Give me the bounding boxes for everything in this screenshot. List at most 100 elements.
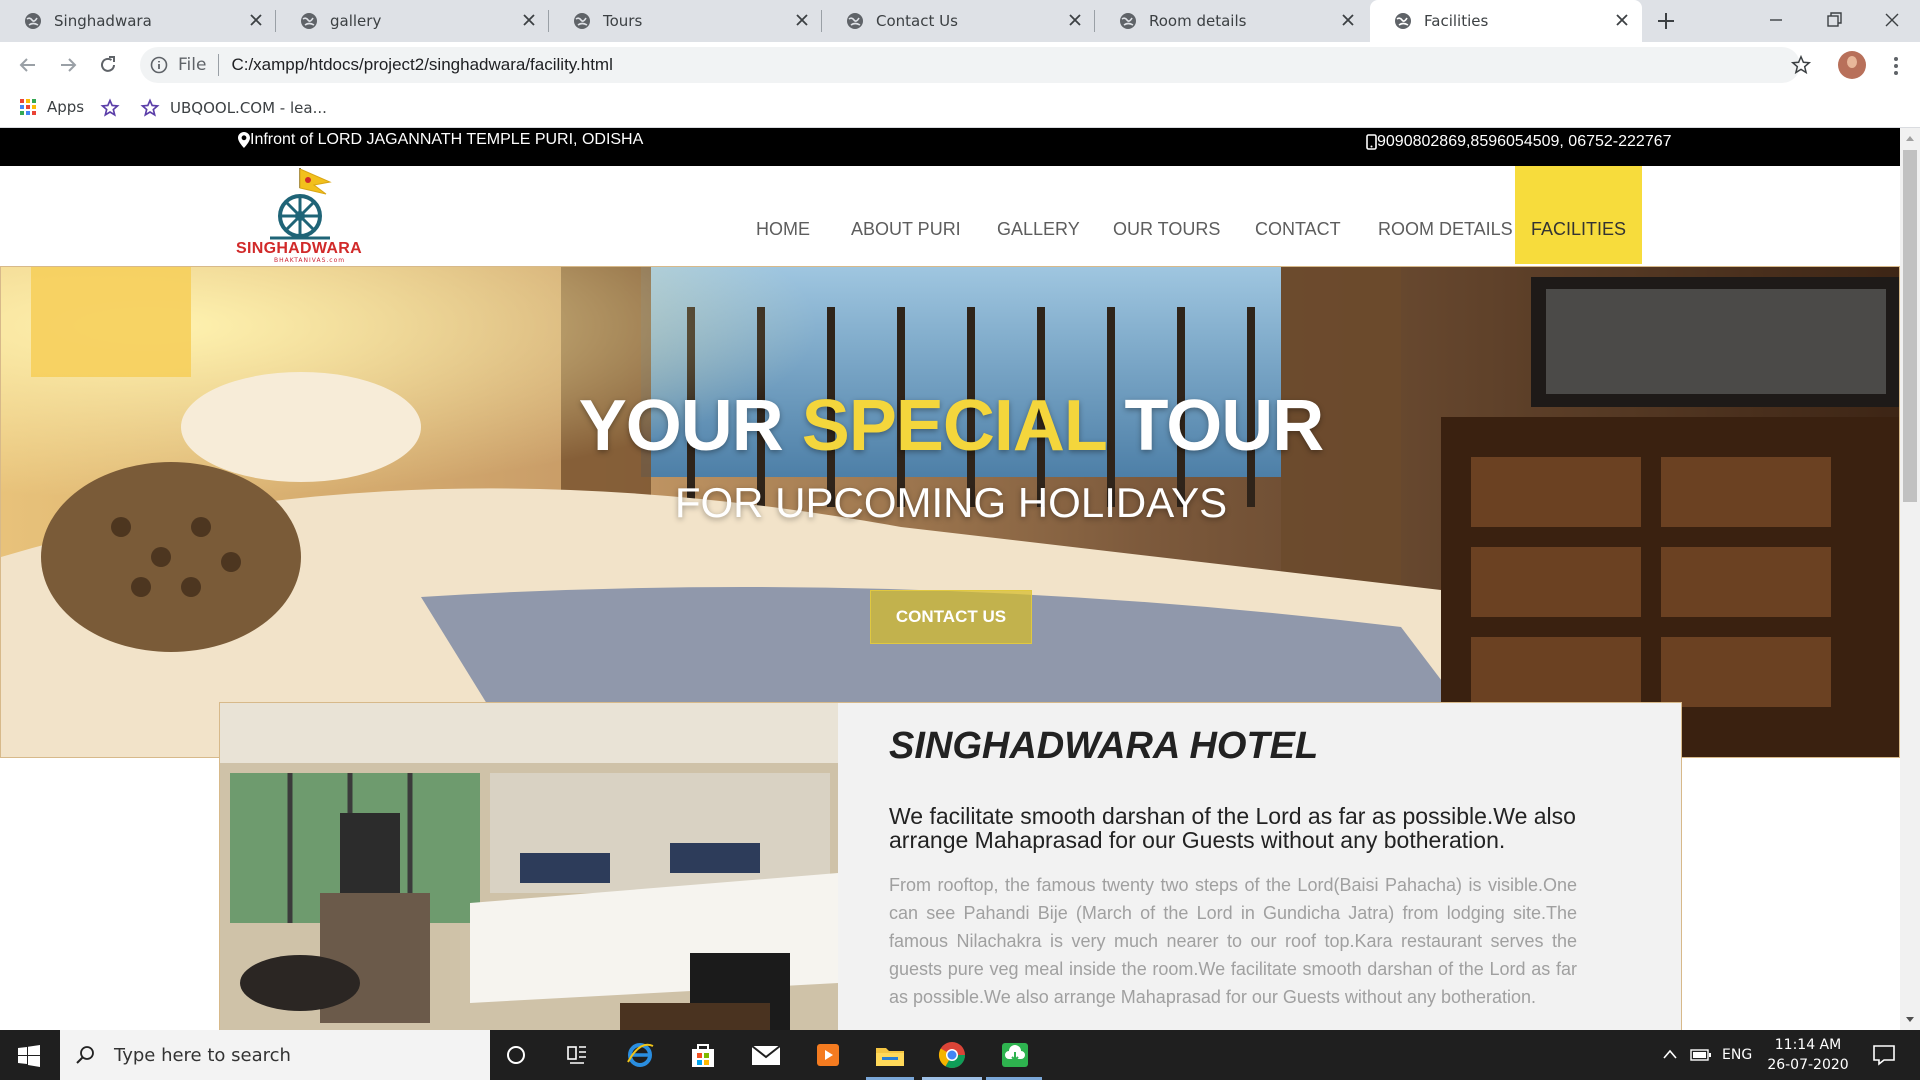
hero-title-part2: TOUR — [1105, 386, 1325, 466]
close-icon[interactable] — [794, 12, 810, 28]
bookmark-star-item[interactable] — [100, 98, 120, 118]
nav-about-puri[interactable]: ABOUT PURI — [851, 166, 961, 264]
url-separator — [218, 54, 220, 76]
scroll-up-icon[interactable] — [1905, 134, 1915, 142]
clock-time: 11:14 AM — [1774, 1037, 1842, 1053]
nav-facilities[interactable]: FACILITIES — [1515, 166, 1642, 264]
notification-icon[interactable] — [1872, 1044, 1896, 1066]
internet-explorer-icon[interactable] — [625, 1040, 655, 1070]
apps-grid-icon — [20, 99, 36, 115]
nav-our-tours[interactable]: OUR TOURS — [1113, 166, 1220, 264]
nav-room-details[interactable]: ROOM DETAILS — [1378, 166, 1513, 264]
profile-avatar[interactable] — [1838, 51, 1866, 79]
search-icon — [76, 1046, 94, 1064]
page-viewport: Infront of LORD JAGANNATH TEMPLE PURI, O… — [0, 128, 1900, 1030]
tab-label: Facilities — [1424, 12, 1489, 30]
cloud-download-icon[interactable] — [1000, 1040, 1030, 1070]
phone-info: 9090802869,8596054509, 06752-222767 — [1366, 133, 1672, 151]
bookmark-star-icon — [100, 98, 120, 117]
globe-icon — [574, 13, 590, 29]
url-text[interactable]: C:/xampp/htdocs/project2/singhadwara/fac… — [231, 55, 612, 75]
mail-icon[interactable] — [750, 1040, 782, 1070]
tab-label: Contact Us — [876, 12, 958, 30]
globe-icon — [1120, 13, 1136, 29]
tab-facilities[interactable]: Facilities — [1370, 0, 1642, 42]
kebab-menu-icon[interactable] — [1893, 56, 1899, 76]
globe-icon — [301, 13, 317, 29]
close-icon[interactable] — [1614, 12, 1630, 28]
page-scrollbar[interactable] — [1900, 128, 1920, 1030]
contact-us-button[interactable]: CONTACT US — [870, 590, 1032, 644]
map-marker-icon — [238, 132, 250, 148]
tab-tours[interactable]: Tours — [549, 0, 822, 42]
hotel-title: SINGHADWARA HOTEL — [889, 725, 1319, 767]
task-view-icon[interactable] — [566, 1044, 588, 1066]
address-bar[interactable]: File C:/xampp/htdocs/project2/singhadwar… — [140, 47, 1800, 83]
search-placeholder: Type here to search — [114, 1044, 291, 1066]
hotel-feature-card: SINGHADWARA HOTEL We facilitate smooth d… — [219, 702, 1682, 1030]
globe-icon — [1395, 13, 1411, 29]
bookmark-star-icon[interactable] — [1790, 54, 1812, 76]
restore-icon[interactable] — [1822, 8, 1846, 32]
system-clock[interactable]: 11:14 AM 26-07-2020 — [1758, 1035, 1858, 1075]
reload-icon[interactable] — [96, 53, 120, 77]
store-icon[interactable] — [688, 1040, 718, 1070]
bookmark-label: Apps — [47, 98, 85, 116]
file-explorer-icon[interactable] — [874, 1040, 906, 1070]
chrome-icon[interactable] — [937, 1040, 967, 1070]
tab-label: gallery — [330, 12, 382, 30]
scheme-label: File — [178, 55, 207, 75]
new-tab-icon[interactable] — [1654, 9, 1678, 33]
tab-label: Singhadwara — [54, 12, 152, 30]
close-icon[interactable] — [248, 12, 264, 28]
cortana-icon[interactable] — [506, 1045, 526, 1065]
tab-label: Tours — [603, 12, 643, 30]
close-icon[interactable] — [521, 12, 537, 28]
tab-label: Room details — [1149, 12, 1247, 30]
battery-icon[interactable] — [1690, 1048, 1712, 1062]
browser-toolbar: File C:/xampp/htdocs/project2/singhadwar… — [0, 42, 1920, 88]
nav-gallery[interactable]: GALLERY — [997, 166, 1080, 264]
tab-singhadwara[interactable]: Singhadwara — [0, 0, 276, 42]
tab-contact-us[interactable]: Contact Us — [822, 0, 1095, 42]
windows-start-icon[interactable] — [18, 1045, 40, 1067]
globe-icon — [25, 13, 41, 29]
minimize-icon[interactable] — [1764, 8, 1788, 32]
clock-date: 26-07-2020 — [1767, 1057, 1849, 1073]
scroll-thumb[interactable] — [1903, 150, 1917, 502]
chevron-up-icon[interactable] — [1662, 1048, 1678, 1060]
forward-icon[interactable] — [56, 53, 80, 77]
window-close-icon[interactable] — [1880, 8, 1904, 32]
bookmark-apps[interactable]: Apps — [19, 98, 84, 116]
hotel-lead-text: We facilitate smooth darshan of the Lord… — [889, 803, 1576, 853]
taskbar-search-box[interactable]: Type here to search — [60, 1030, 490, 1080]
back-icon[interactable] — [16, 53, 40, 77]
info-icon[interactable] — [150, 56, 168, 74]
hero-title-accent: SPECIAL — [801, 386, 1107, 466]
language-indicator[interactable]: ENG — [1722, 1030, 1752, 1080]
hero-title-part1: YOUR — [578, 386, 802, 466]
hero-title: YOUR SPECIAL TOUR — [1, 385, 1899, 467]
globe-icon — [847, 13, 863, 29]
windows-taskbar: Type here to search ENG 11:14 AM 26-07-2… — [0, 1030, 1920, 1080]
tab-gallery[interactable]: gallery — [276, 0, 549, 42]
nav-contact[interactable]: CONTACT — [1255, 166, 1341, 264]
bookmark-ubqool[interactable]: UBQOOL.COM - lea... — [140, 98, 327, 118]
browser-tab-strip: Singhadwara gallery Tours Contact Us Roo… — [0, 0, 1920, 42]
contact-topbar: Infront of LORD JAGANNATH TEMPLE PURI, O… — [0, 128, 1900, 166]
bookmarks-bar: Apps UBQOOL.COM - lea... — [0, 88, 1920, 128]
hotel-description: From rooftop, the famous twenty two step… — [889, 875, 1577, 1007]
address-info: Infront of LORD JAGANNATH TEMPLE PURI, O… — [238, 131, 643, 149]
hero-subtitle: FOR UPCOMING HOLIDAYS — [674, 479, 1228, 526]
address-text: Infront of LORD JAGANNATH TEMPLE PURI, O… — [250, 131, 644, 148]
bookmark-star-icon — [140, 98, 160, 117]
tab-room-details[interactable]: Room details — [1095, 0, 1368, 42]
close-icon[interactable] — [1067, 12, 1083, 28]
main-navigation: HOME ABOUT PURI GALLERY OUR TOURS CONTAC… — [0, 166, 1900, 264]
bookmark-label: UBQOOL.COM - lea... — [170, 99, 327, 117]
nav-home[interactable]: HOME — [756, 166, 810, 264]
media-player-icon[interactable] — [814, 1040, 842, 1070]
close-icon[interactable] — [1340, 12, 1356, 28]
hotel-room-image — [220, 703, 838, 1030]
scroll-down-icon[interactable] — [1905, 1016, 1915, 1024]
